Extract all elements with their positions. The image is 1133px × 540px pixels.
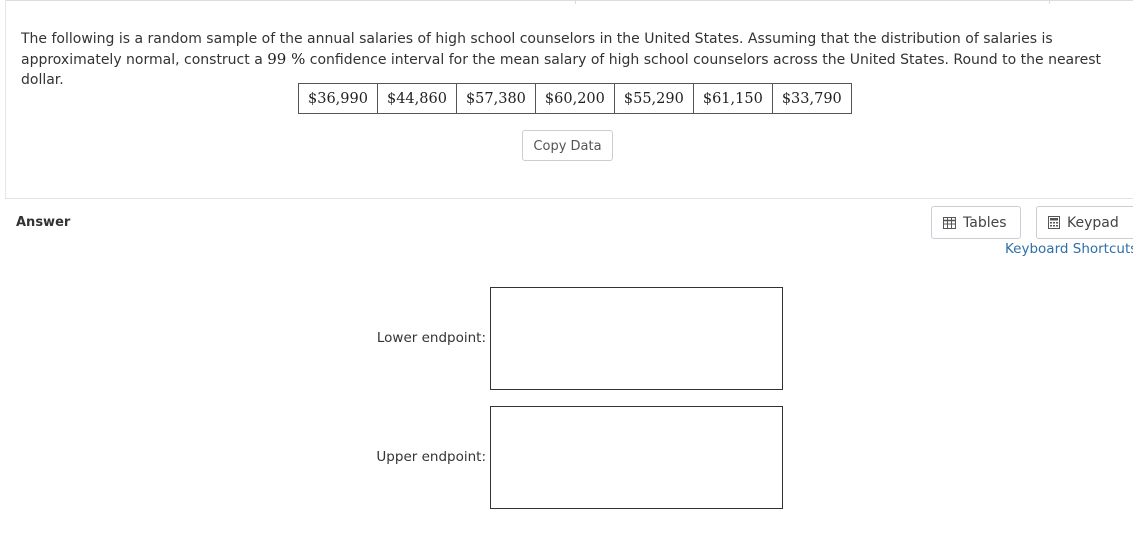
table-cell: $33,790 — [771, 83, 852, 114]
keyboard-shortcuts-link[interactable]: Keyboard Shortcuts — [1005, 241, 1133, 257]
question-text: The following is a random sample of the … — [21, 29, 1111, 90]
table-cell: $60,200 — [534, 83, 615, 114]
lower-endpoint-input[interactable] — [490, 287, 783, 390]
section-divider — [5, 198, 1133, 199]
upper-endpoint-input[interactable] — [490, 406, 783, 509]
copy-data-button[interactable]: Copy Data — [522, 130, 613, 161]
keypad-label: Keypad — [1067, 214, 1119, 231]
table-cell: $44,860 — [376, 83, 457, 114]
confidence-level-value: 99 % — [267, 50, 306, 68]
left-border — [5, 0, 6, 198]
table-cell: $57,380 — [455, 83, 536, 114]
keypad-button[interactable]: Keypad — [1036, 206, 1133, 239]
lower-endpoint-label: Lower endpoint: — [376, 330, 486, 346]
top-frame-border — [5, 0, 1133, 4]
table-cell: $61,150 — [692, 83, 773, 114]
table-cell: $36,990 — [298, 83, 378, 114]
frame-tick — [1049, 0, 1050, 4]
tables-button[interactable]: Tables — [931, 206, 1021, 239]
salary-data-table: $36,990 $44,860 $57,380 $60,200 $55,290 … — [298, 83, 852, 114]
upper-endpoint-label: Upper endpoint: — [376, 449, 486, 465]
tables-label: Tables — [963, 214, 1007, 231]
calculator-icon — [1048, 216, 1060, 229]
frame-tick — [575, 0, 576, 4]
table-grid-icon — [943, 216, 956, 229]
table-row: $36,990 $44,860 $57,380 $60,200 $55,290 … — [298, 83, 852, 114]
answer-heading: Answer — [16, 215, 71, 230]
table-cell: $55,290 — [613, 83, 694, 114]
